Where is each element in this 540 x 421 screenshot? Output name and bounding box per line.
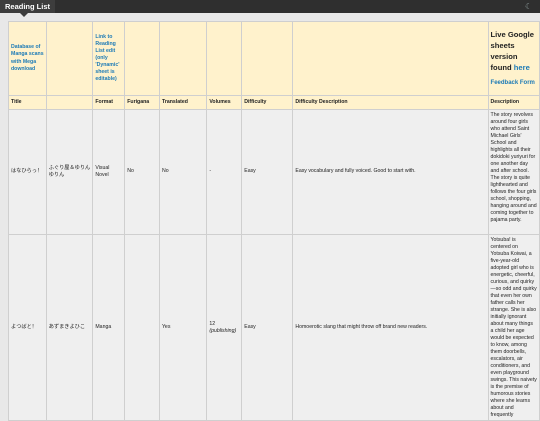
header-cell-empty[interactable]: [124, 21, 160, 96]
column-header: Difficulty: [241, 95, 294, 110]
reading-list-sheet: Database of Manga scans with Mega downlo…: [8, 21, 540, 421]
description-cell[interactable]: Yotsubaǃ is centered on Yotsuba Koiwai, …: [487, 233, 540, 421]
header-cell-empty[interactable]: [292, 21, 489, 96]
top-bar: Reading List ☾: [0, 0, 540, 13]
column-header: Format: [92, 95, 126, 110]
column-header-row: Title Format Furigana Translated Volumes…: [8, 95, 540, 110]
tab-reading-list[interactable]: Reading List: [0, 0, 56, 13]
title-cell[interactable]: よつばと！: [8, 233, 47, 421]
difficulty-description-cell[interactable]: Homoerotic slang that might throw off br…: [292, 233, 489, 421]
volumes-cell[interactable]: -: [206, 109, 243, 235]
column-header: Volumes: [206, 95, 243, 110]
volumes-cell[interactable]: 12 (publishing): [206, 233, 243, 421]
column-header: Translated: [158, 95, 208, 110]
column-header: Description: [487, 95, 540, 110]
dark-mode-toggle-icon[interactable]: ☾: [525, 2, 534, 11]
translated-cell[interactable]: Yes: [158, 233, 208, 421]
column-header: Difficulty Description: [292, 95, 489, 110]
furigana-cell[interactable]: No: [124, 109, 160, 235]
header-cell-empty[interactable]: [45, 21, 94, 96]
table-row[interactable]: はなひらっ！ ふぐり屋＆ゆりん ゆりん Visual Novel No No -…: [8, 109, 540, 235]
header-cell-empty[interactable]: [206, 21, 243, 96]
volumes-value: 12: [209, 320, 216, 327]
difficulty-cell[interactable]: Easy: [241, 233, 294, 421]
table-row[interactable]: よつばと！ あずまきよひこ Manga Yes 12 (publishing) …: [8, 233, 540, 421]
header-cell-empty[interactable]: [241, 21, 294, 96]
difficulty-description-cell[interactable]: Easy vocabulary and fully voiced. Good t…: [292, 109, 489, 235]
volumes-note: (publishing): [209, 327, 237, 334]
translated-cell[interactable]: No: [158, 109, 208, 235]
title-cell[interactable]: はなひらっ！: [8, 109, 47, 235]
reading-list-link[interactable]: Link to Reading List edit (only 'Dynamic…: [92, 21, 126, 96]
description-cell[interactable]: The story revolves around four girls who…: [487, 109, 540, 235]
feedback-form-link[interactable]: Feedback Form: [491, 80, 535, 86]
column-header: [45, 95, 94, 110]
column-header: Furigana: [124, 95, 160, 110]
header-row: Database of Manga scans with Mega downlo…: [8, 21, 540, 96]
format-cell[interactable]: Manga: [92, 233, 126, 421]
live-sheets-link[interactable]: here: [514, 63, 530, 72]
format-cell[interactable]: Visual Novel: [92, 109, 126, 235]
author-cell[interactable]: あずまきよひこ: [45, 233, 94, 421]
database-link[interactable]: Database of Manga scans with Mega downlo…: [8, 21, 47, 96]
volumes-value: -: [209, 168, 212, 175]
furigana-cell[interactable]: [124, 233, 160, 421]
tab-indicator: [20, 13, 28, 17]
author-cell[interactable]: ふぐり屋＆ゆりん ゆりん: [45, 109, 94, 235]
difficulty-cell[interactable]: Easy: [241, 109, 294, 235]
column-header: Title: [8, 95, 47, 110]
live-sheets-cell: Live Google sheets version found here Fe…: [487, 21, 540, 96]
header-cell-empty[interactable]: [158, 21, 208, 96]
